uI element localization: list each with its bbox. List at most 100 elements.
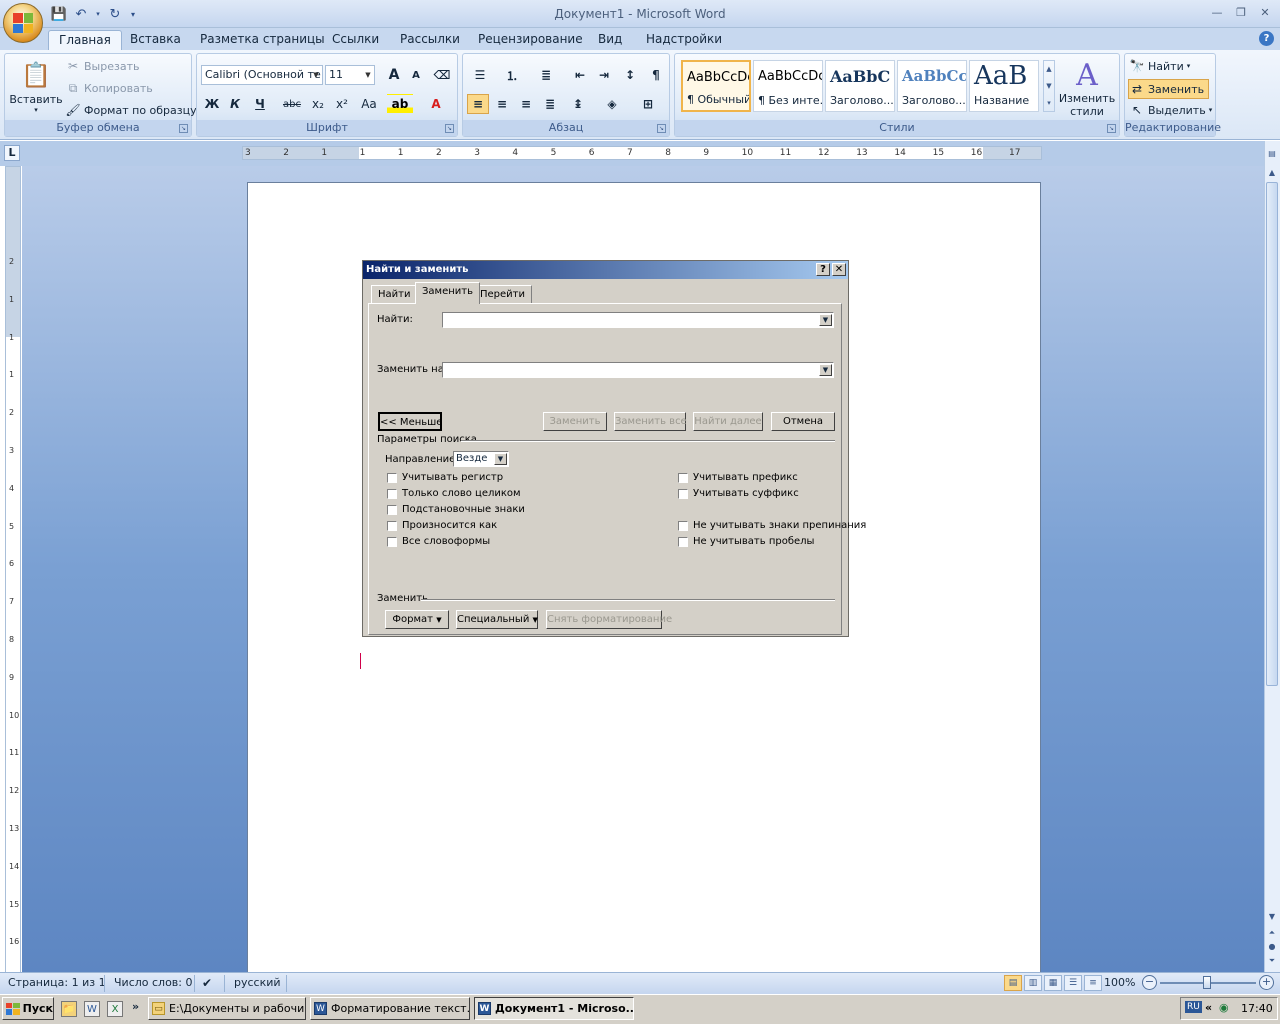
chevron-down-icon[interactable]: ▼ xyxy=(494,453,507,465)
sort-icon[interactable]: ↕ xyxy=(619,65,641,85)
pilcrow-icon[interactable]: ¶ xyxy=(645,65,667,85)
horizontal-ruler[interactable]: 3 2 1 1 1 2 3 4 5 6 7 8 9 10 11 12 13 14 15 16 17 xyxy=(242,146,1042,160)
no-formatting-button[interactable]: Снять форматирование xyxy=(546,610,672,629)
tab-stop-selector[interactable]: L xyxy=(4,145,20,161)
subscript-button[interactable]: x₂ xyxy=(307,94,329,114)
highlight-icon[interactable]: ab xyxy=(387,94,413,114)
sounds-like-checkbox[interactable]: Произносится как xyxy=(387,520,497,531)
chevron-down-icon[interactable]: ▼ xyxy=(819,314,832,326)
word-quick-icon[interactable]: W xyxy=(84,1001,100,1017)
increase-indent-icon[interactable]: ⇥ xyxy=(593,65,615,85)
tab-references[interactable]: Ссылки xyxy=(322,30,389,50)
shrink-font-button[interactable]: A xyxy=(405,65,427,85)
direction-select[interactable]: Везде ▼ xyxy=(453,451,509,467)
cancel-button[interactable]: Отмена xyxy=(771,412,835,431)
strikethrough-button[interactable]: abc xyxy=(281,94,303,114)
select-button[interactable]: ↖ Выделить ▾ xyxy=(1129,102,1212,118)
less-button[interactable]: << Меньше xyxy=(378,412,442,431)
multilevel-list-icon[interactable]: ≣ xyxy=(535,65,557,85)
replace-input[interactable]: ▼ xyxy=(442,362,834,378)
bullets-icon[interactable]: ☰ xyxy=(469,65,491,85)
chevron-down-icon[interactable]: ▼ xyxy=(819,364,832,376)
find-button[interactable]: 🔭 Найти ▾ xyxy=(1129,58,1191,74)
underline-button[interactable]: Ч xyxy=(249,94,271,114)
match-suffix-checkbox[interactable]: Учитывать суффикс xyxy=(678,488,799,499)
tab-find[interactable]: Найти xyxy=(371,285,418,304)
dialog-close-button[interactable]: ✕ xyxy=(832,263,846,276)
styles-launcher-icon[interactable]: ↘ xyxy=(1107,124,1116,133)
zoom-slider-handle[interactable] xyxy=(1203,976,1211,989)
replace-all-button[interactable]: Заменить все xyxy=(614,412,687,431)
cut-button[interactable]: ✂ Вырезать xyxy=(65,58,140,74)
clear-format-icon[interactable]: ⌫ xyxy=(431,65,453,85)
bold-button[interactable]: Ж xyxy=(201,94,223,114)
ruler-toggle-icon[interactable]: ▤ xyxy=(1266,147,1278,161)
save-icon[interactable]: 💾 xyxy=(50,5,68,23)
find-next-button[interactable]: Найти далее xyxy=(693,412,763,431)
match-prefix-checkbox[interactable]: Учитывать префикс xyxy=(678,472,798,483)
quicklaunch-more-icon[interactable]: » xyxy=(132,1000,139,1013)
replace-button[interactable]: ⇄ Заменить xyxy=(1128,79,1210,99)
tab-insert[interactable]: Вставка xyxy=(120,30,191,50)
whole-word-checkbox[interactable]: Только слово целиком xyxy=(387,488,521,499)
outline-icon[interactable]: ☰ xyxy=(1064,975,1082,991)
undo-dropdown-icon[interactable]: ▾ xyxy=(94,5,102,23)
tab-replace[interactable]: Заменить xyxy=(415,282,480,304)
tab-page-layout[interactable]: Разметка страницы xyxy=(190,30,335,50)
close-icon[interactable]: ✕ xyxy=(1254,3,1276,21)
next-page-icon[interactable]: ⏷ xyxy=(1266,954,1278,968)
font-launcher-icon[interactable]: ↘ xyxy=(445,124,454,133)
align-right-icon[interactable]: ≡ xyxy=(515,94,537,114)
minimize-icon[interactable]: — xyxy=(1206,3,1228,21)
redo-icon[interactable]: ↻ xyxy=(106,5,124,23)
align-center-icon[interactable]: ≡ xyxy=(491,94,513,114)
line-spacing-icon[interactable]: ↨ xyxy=(567,94,589,114)
font-color-icon[interactable]: A xyxy=(423,94,449,114)
special-button[interactable]: Специальный ▼ xyxy=(456,610,538,629)
superscript-button[interactable]: x² xyxy=(331,94,353,114)
language-indicator[interactable]: русский xyxy=(234,976,281,989)
taskbar-item-explorer[interactable]: ▭ E:\Документы и рабочи... xyxy=(148,997,306,1020)
copy-button[interactable]: ⧉ Копировать xyxy=(65,80,153,96)
tab-review[interactable]: Рецензирование xyxy=(468,30,593,50)
scroll-down-icon[interactable]: ▼ xyxy=(1266,910,1278,924)
style-no-spacing[interactable]: AaBbCcDc ¶ Без инте... xyxy=(753,60,823,112)
match-case-checkbox[interactable]: Учитывать регистр xyxy=(387,472,503,483)
office-button[interactable] xyxy=(3,3,43,43)
change-styles-button[interactable]: A Изменить стили xyxy=(1059,58,1115,119)
scroll-thumb[interactable] xyxy=(1266,182,1278,686)
tab-goto[interactable]: Перейти xyxy=(473,285,532,304)
tab-view[interactable]: Вид xyxy=(588,30,632,50)
shading-icon[interactable]: ◈ xyxy=(601,94,623,114)
align-left-icon[interactable]: ≡ xyxy=(467,94,489,114)
word-count[interactable]: Число слов: 0 xyxy=(114,976,193,989)
help-icon[interactable]: ? xyxy=(1259,31,1274,46)
find-input[interactable]: ▼ xyxy=(442,312,834,328)
page-count[interactable]: Страница: 1 из 1 xyxy=(8,976,106,989)
paste-button[interactable]: 📋 Вставить ▾ xyxy=(9,58,62,114)
style-normal[interactable]: AaBbCcDc ¶ Обычный xyxy=(681,60,751,112)
style-heading-1[interactable]: AaBbC Заголово... xyxy=(825,60,895,112)
replace-one-button[interactable]: Заменить xyxy=(543,412,607,431)
excel-quick-icon[interactable]: X xyxy=(107,1001,123,1017)
justify-icon[interactable]: ≣ xyxy=(539,94,561,114)
qat-customize-icon[interactable]: ▾ xyxy=(128,5,138,23)
taskbar-item-document1[interactable]: W Документ1 - Microso... xyxy=(474,997,634,1020)
zoom-in-icon[interactable]: + xyxy=(1259,975,1274,990)
print-layout-icon[interactable]: ▤ xyxy=(1004,975,1022,991)
styles-scroll[interactable]: ▲ ▼ ▾ xyxy=(1043,60,1055,112)
italic-button[interactable]: К xyxy=(224,94,246,114)
font-size-combo[interactable]: 11 ▼ xyxy=(325,65,375,85)
undo-icon[interactable]: ↶ xyxy=(72,5,90,23)
format-button[interactable]: Формат ▼ xyxy=(385,610,449,629)
tab-mailings[interactable]: Рассылки xyxy=(390,30,470,50)
clock[interactable]: 17:40 xyxy=(1241,1002,1273,1015)
network-icon[interactable]: ◉ xyxy=(1219,1001,1229,1014)
decrease-indent-icon[interactable]: ⇤ xyxy=(569,65,591,85)
grow-font-button[interactable]: A xyxy=(383,65,405,85)
prev-page-icon[interactable]: ⏶ xyxy=(1266,926,1278,940)
browse-object-icon[interactable]: ● xyxy=(1266,940,1278,954)
tray-expand-icon[interactable]: « xyxy=(1205,1001,1212,1014)
start-button[interactable]: Пуск xyxy=(2,997,54,1020)
dialog-help-button[interactable]: ? xyxy=(816,263,830,276)
